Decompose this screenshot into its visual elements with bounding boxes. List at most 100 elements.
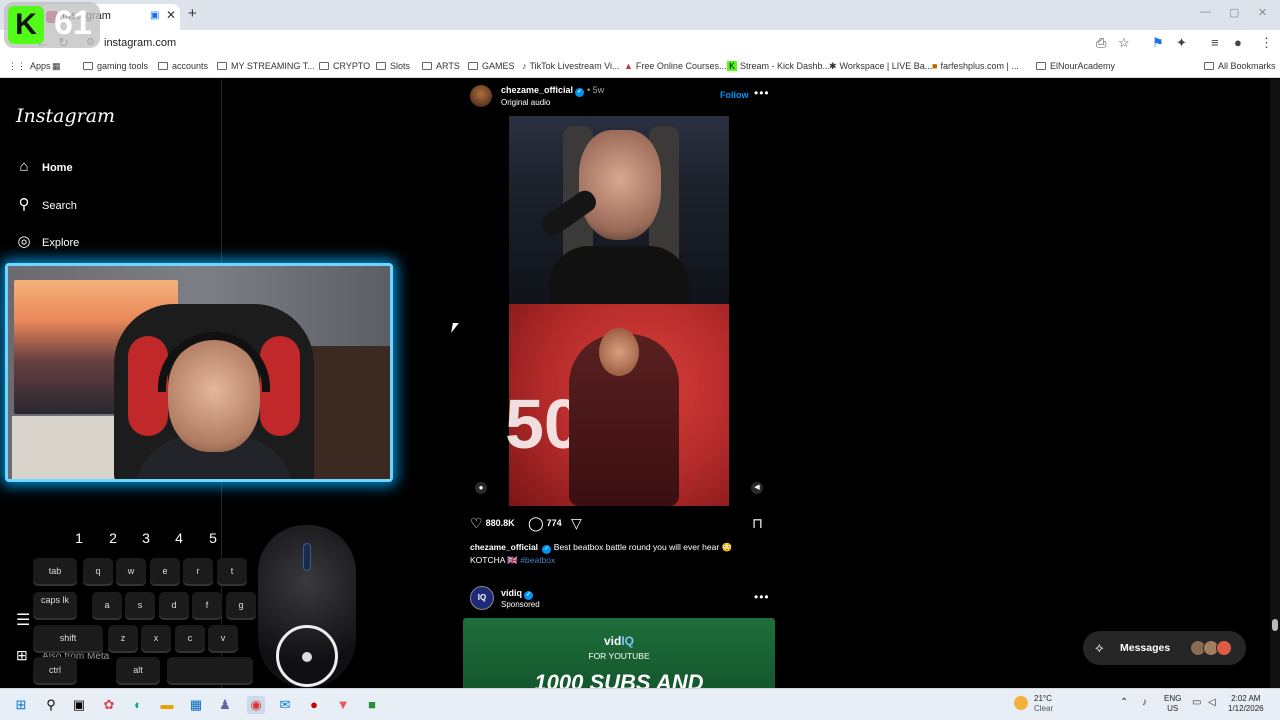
video-bottom-panel: 50 [505,304,729,506]
key: 3 [142,530,150,546]
key: v [208,625,238,651]
key: 5 [209,530,217,546]
microphone-tray-icon[interactable]: ♪ [1142,697,1147,708]
sidebar-item-home[interactable]: ⌂ Home [16,158,72,175]
post-caption: chezame_official ✓ Best beatbox battle r… [470,541,770,566]
key: g [226,592,256,618]
tagged-user-icon[interactable]: ● [475,482,487,494]
nvidia-icon[interactable]: ■ [363,696,381,714]
extensions-icon[interactable]: ✦ [1176,35,1187,51]
page-scrollbar[interactable] [1270,79,1280,688]
audio-toggle-icon[interactable]: ◀ [751,482,763,494]
key: 1 [75,530,83,546]
close-window-icon[interactable]: ✕ [1258,6,1267,19]
key: a [92,592,122,618]
close-tab-icon[interactable]: ✕ [166,8,176,22]
bookmark-folder[interactable]: gaming tools [83,61,148,71]
bookmark-link[interactable]: ✱ Workspace | LIVE Ba... [829,61,932,72]
apps-grid-icon: ⋮⋮ [8,61,26,71]
kick-follower-overlay: K 61 [4,2,100,48]
folder-icon [217,62,227,70]
bookmark-link[interactable]: ▲ Free Online Courses... [624,61,726,71]
bookmark-link[interactable]: K Stream - Kick Dashb... [727,61,830,71]
like-button[interactable]: ♡ 880.8K [470,515,515,532]
bookmark-folder[interactable]: CRYPTO [319,61,370,71]
task-view-icon[interactable]: ▣ [70,696,88,714]
maximize-icon[interactable]: ▢ [1229,6,1239,19]
avatar [1216,640,1232,656]
more-menu-icon[interactable]: ☰ [16,610,30,630]
start-windows-icon[interactable]: ⊞ [12,696,30,714]
edge-icon[interactable]: ◐ [129,696,147,714]
browser-menu-icon[interactable]: ⋮ [1260,35,1273,51]
like-count: 880.8K [485,518,515,528]
sponsored-avatar[interactable]: IQ [470,586,494,610]
taskbar-search-icon[interactable]: ⚲ [42,696,60,714]
volume-icon[interactable]: ◁ [1208,697,1216,708]
bookmark-folder[interactable]: GAMES [468,61,515,71]
teams-icon[interactable]: ♟ [216,696,234,714]
obs-icon[interactable]: ● [305,696,323,714]
bookmark-folder[interactable]: MY STREAMING T... [217,61,315,71]
minimize-icon[interactable]: — [1200,6,1211,18]
verified-badge-icon: ✓ [575,88,585,97]
brave-icon[interactable]: ▼ [334,696,352,714]
post-username[interactable]: chezame_official ✓ • 5w [501,85,604,97]
post-audio[interactable]: Original audio [501,98,550,107]
media-control-icon[interactable]: ≡ [1211,35,1219,50]
tab-grid-icon[interactable]: ▦ [52,61,61,72]
comment-button[interactable]: ◯ 774 [528,515,562,532]
verified-badge-icon: ✓ [524,591,534,600]
bookmark-folder[interactable]: ARTS [422,61,460,71]
post-video[interactable]: 50 ● ◀ [463,116,775,506]
chrome-icon[interactable]: ◉ [247,696,265,714]
media-playing-icon[interactable]: ▣ [150,10,159,21]
sponsored-ad-media[interactable]: vidIQ FOR YOUTUBE 1000 SUBS AND [463,618,775,688]
heart-icon: ♡ [470,515,483,531]
caption-username[interactable]: chezame_official [470,542,538,552]
key: z [108,625,138,651]
outlook-icon[interactable]: ✉ [276,696,294,714]
sponsored-username[interactable]: vidiq ✓ [501,588,534,600]
all-bookmarks[interactable]: All Bookmarks [1204,61,1276,71]
save-bookmark-icon[interactable]: ⊓ [752,515,763,532]
follow-button[interactable]: Follow [720,90,749,100]
kick-logo-icon: K [8,6,44,44]
caption-hashtag[interactable]: #beatbox [520,555,555,565]
bookmark-folder[interactable]: Slots [376,61,410,71]
url-field[interactable]: instagram.com [104,37,176,49]
bookmark-star-icon[interactable]: ☆ [1118,35,1130,51]
weather-widget[interactable]: 21°C Clear [1014,694,1053,714]
bookmark-link[interactable]: ■ farfeshplus.com | ... [932,61,1019,71]
mouse-cursor-icon [451,323,459,333]
profile-avatar-icon[interactable]: ● [1234,35,1242,50]
post-avatar[interactable] [470,85,492,107]
sponsored-options-icon[interactable]: ••• [754,590,770,604]
browser-tab-bar: Instagram ▣ ✕ + — ▢ ✕ [0,0,1280,30]
store-icon[interactable]: ▦ [187,696,205,714]
copilot-icon[interactable]: ✿ [100,696,118,714]
bookmark-link[interactable]: ♪ TikTok Livestream Vi... [522,61,620,71]
sidebar-item-search[interactable]: ⚲ Search [16,195,77,213]
extension-badge-icon[interactable]: ⚑ [1152,35,1164,51]
meta-apps-icon[interactable]: ⊞ [16,647,28,664]
system-clock[interactable]: 2:02 AM 1/12/2026 [1228,694,1264,714]
file-explorer-icon[interactable]: ▬ [158,696,176,714]
sidebar-item-explore[interactable]: ◎ Explore [16,232,79,250]
messages-button[interactable]: ⟡ Messages [1083,631,1246,665]
install-icon[interactable]: ⎙ [1096,35,1106,51]
network-icon[interactable]: ▭ [1192,697,1201,708]
share-button[interactable]: ▽ [571,515,585,532]
tray-chevron-icon[interactable]: ⌃ [1120,697,1128,708]
comment-icon: ◯ [528,515,544,531]
language-indicator[interactable]: ENG US [1164,694,1181,714]
key: ctrl [33,657,77,683]
folder-icon [158,62,168,70]
post-options-icon[interactable]: ••• [754,86,770,100]
bookmark-folder[interactable]: accounts [158,61,208,71]
new-tab-icon[interactable]: + [188,5,197,22]
bookmark-folder[interactable]: ElNourAcademy [1036,61,1115,71]
scrollbar-thumb[interactable] [1272,619,1278,631]
instagram-logo[interactable]: Instagram [16,105,115,127]
bookmark-apps[interactable]: ⋮⋮ Apps [8,61,51,72]
